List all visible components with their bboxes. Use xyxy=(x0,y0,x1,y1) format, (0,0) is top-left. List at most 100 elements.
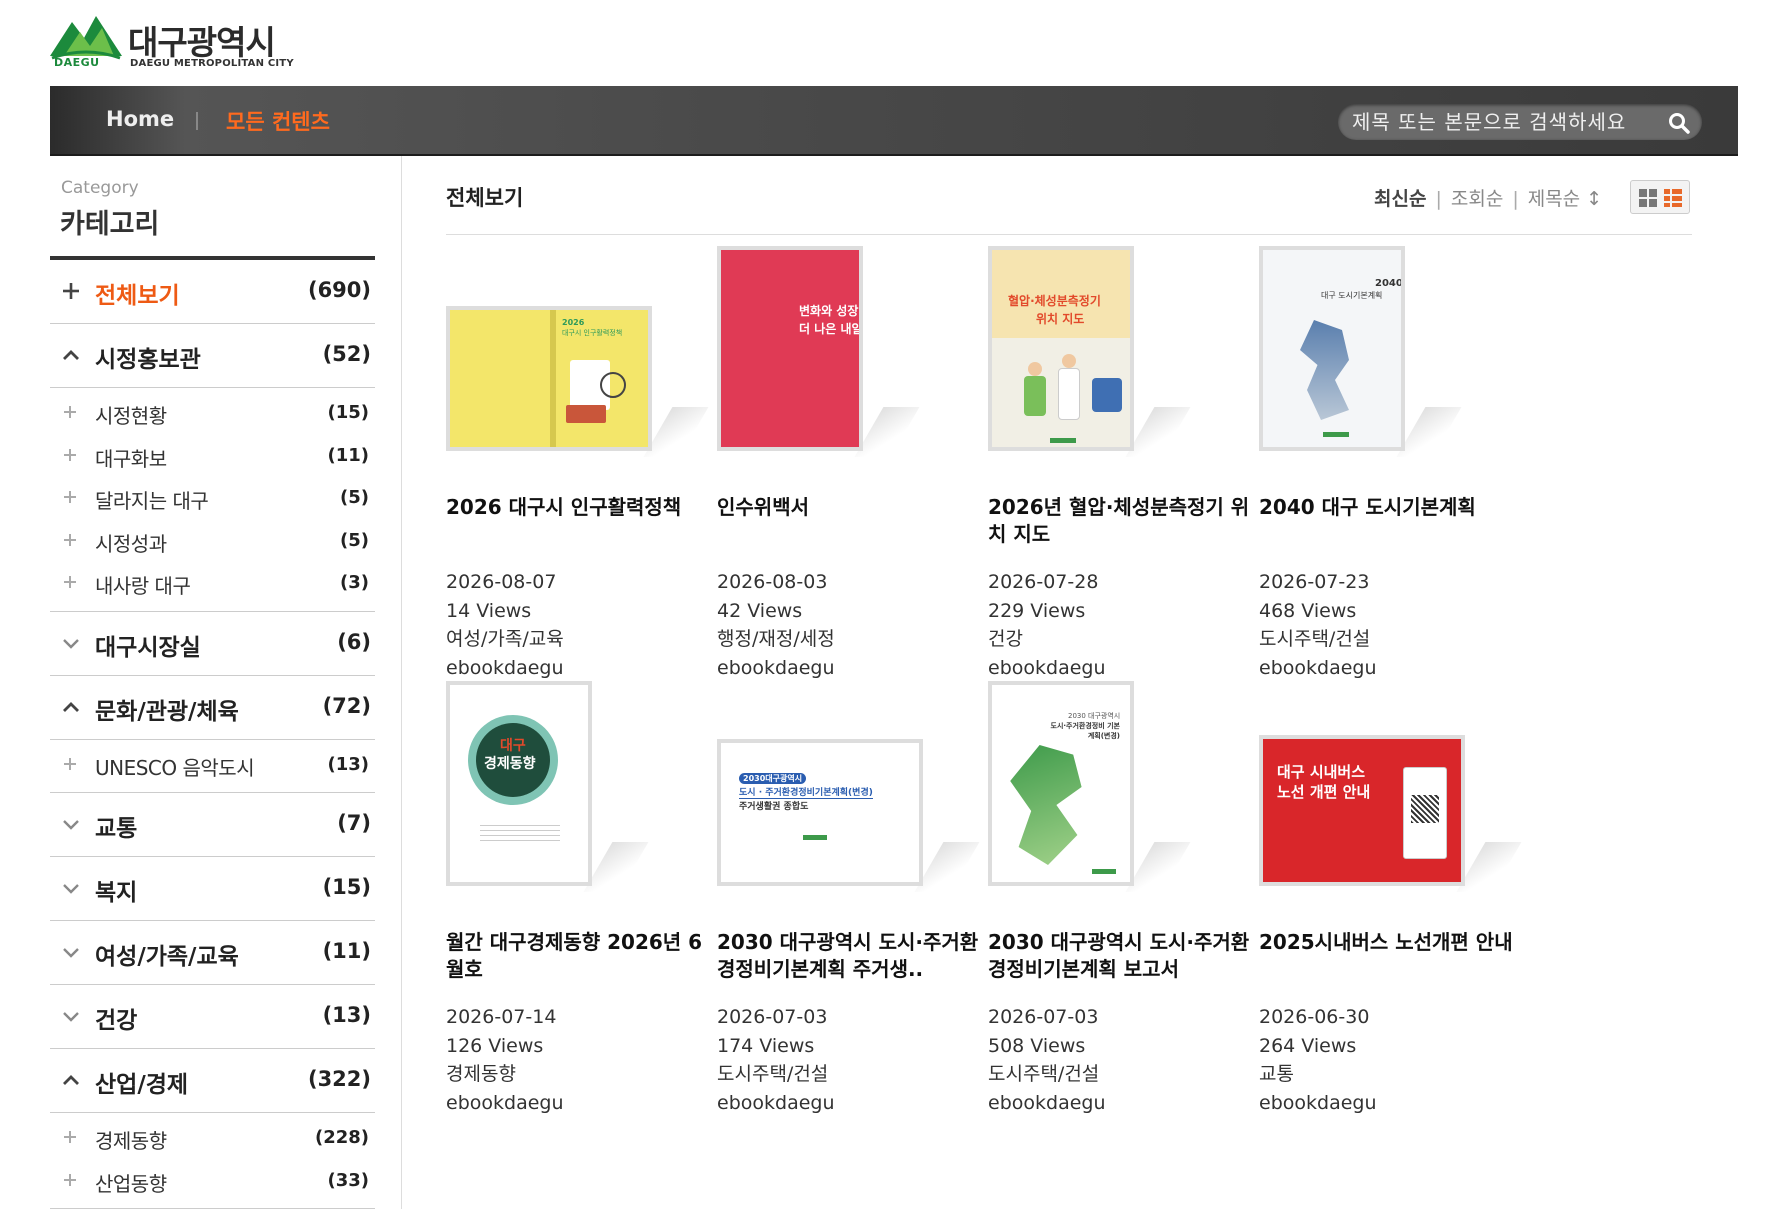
sidebar-subcategory[interactable]: 내사랑 대구 (3) xyxy=(50,562,375,605)
logo-city-name-en: DAEGU METROPOLITAN CITY xyxy=(130,58,294,69)
ebook-category[interactable]: 도시주택/건설 xyxy=(717,1060,835,1089)
subcategory-count: (5) xyxy=(340,529,369,551)
ebook-card[interactable]: 2030 대구광역시 도시·주거환경정비 기본계획(변경) 2030 대구광역시 도… xyxy=(988,681,1258,1141)
ebook-author: ebookdaegu xyxy=(446,1091,564,1114)
plus-icon xyxy=(62,489,78,505)
ebook-title[interactable]: 2040 대구 도시기본계획 xyxy=(1259,494,1529,521)
ebook-cover[interactable]: 2030대구광역시 도시 · 주거환경정비기본계획(변경) 주거생활권 종합도 xyxy=(717,739,923,886)
ebook-title[interactable]: 2026 대구시 인구활력정책 xyxy=(446,494,716,521)
ebook-date: 2026-06-30 xyxy=(1259,1006,1370,1028)
ebook-card[interactable]: 대구 시내버스 노선 개편 안내 2025시내버스 노선개편 안내 2026-06-3… xyxy=(1259,681,1529,1141)
ebook-category[interactable]: 도시주택/건설 xyxy=(988,1060,1106,1089)
ebook-category[interactable]: 도시주택/건설 xyxy=(1259,625,1377,654)
ebook-author: ebookdaegu xyxy=(1259,656,1377,679)
chevron-down-icon[interactable] xyxy=(60,813,82,835)
sidebar-heading: 카테고리 xyxy=(60,209,160,240)
subcategory-label: UNESCO 음악도시 xyxy=(95,755,255,780)
chevron-up-icon[interactable] xyxy=(60,344,82,366)
chevron-down-icon[interactable] xyxy=(60,632,82,654)
cover-text: 2040 xyxy=(1375,278,1403,289)
ebook-cover[interactable]: 대구 경제동향 xyxy=(446,681,592,886)
ebook-card[interactable]: 2030대구광역시 도시 · 주거환경정비기본계획(변경) 주거생활권 종합도 203… xyxy=(717,681,987,1141)
category-count: (322) xyxy=(307,1067,371,1091)
sort-latest[interactable]: 최신순 xyxy=(1374,184,1426,211)
cover-shadow xyxy=(854,407,920,457)
ebook-cover[interactable]: 대구 시내버스 노선 개편 안내 xyxy=(1259,735,1465,886)
subcategory-count: (33) xyxy=(327,1169,369,1191)
ebook-title[interactable]: 2025시내버스 노선개편 안내 xyxy=(1259,929,1529,956)
site-logo[interactable]: DAEGU 대구광역시 DAEGU METROPOLITAN CITY xyxy=(50,12,310,74)
chevron-up-icon[interactable] xyxy=(60,696,82,718)
chevron-up-icon[interactable] xyxy=(60,1069,82,1091)
subcategory-count: (15) xyxy=(327,402,369,423)
view-toggle xyxy=(1630,180,1690,214)
chevron-down-icon[interactable] xyxy=(60,941,82,963)
search-input[interactable] xyxy=(1352,108,1662,136)
ebook-category[interactable]: 건강 xyxy=(988,625,1106,654)
ebook-cover[interactable]: 혈압·체성분측정기 위치 지도 xyxy=(988,246,1134,451)
grid-view-icon[interactable] xyxy=(1638,188,1658,208)
category-count: (13) xyxy=(322,1003,371,1027)
breadcrumb-current[interactable]: 모든 컨텐츠 xyxy=(226,106,330,136)
sort-title[interactable]: 제목순 ↕ xyxy=(1528,184,1602,211)
sidebar-category[interactable]: 건강 (13) xyxy=(50,985,375,1049)
ebook-cover[interactable]: 2026 대구시 인구활력정책 xyxy=(446,306,652,451)
ebook-title[interactable]: 2026년 혈압·체성분측정기 위치 지도 xyxy=(988,494,1258,548)
plus-icon[interactable] xyxy=(60,280,82,302)
sidebar-subcategory[interactable]: 산업동향 (33) xyxy=(50,1160,375,1203)
list-view-icon[interactable] xyxy=(1663,188,1683,208)
sidebar-subcategory[interactable]: 달라지는 대구 (5) xyxy=(50,477,375,520)
sidebar-category[interactable]: 대구시장실 (6) xyxy=(50,612,375,676)
cover-shadow xyxy=(583,842,649,892)
sidebar-subcategory[interactable]: 경제동향 (228) xyxy=(50,1117,375,1160)
sidebar-subcategory[interactable]: UNESCO 음악도시 (13) xyxy=(50,744,375,787)
home-link[interactable]: Home xyxy=(106,107,174,131)
plus-icon xyxy=(62,574,78,590)
sidebar-category[interactable]: 교통 (7) xyxy=(50,793,375,857)
plus-icon xyxy=(62,1172,78,1188)
sidebar-category[interactable]: 여성/가족/교육 (11) xyxy=(50,921,375,985)
sidebar-subcategory[interactable]: 시정성과 (5) xyxy=(50,520,375,563)
sort-views[interactable]: 조회순 xyxy=(1451,184,1503,211)
ebook-title[interactable]: 2030 대구광역시 도시·주거환경정비기본계획 보고서 xyxy=(988,929,1258,983)
ebook-cover-area: 변화와 성장 더 나은 내일 xyxy=(717,246,987,486)
ebook-category[interactable]: 행정/재정/세정 xyxy=(717,625,835,654)
chevron-down-icon[interactable] xyxy=(60,877,82,899)
ebook-title[interactable]: 인수위백서 xyxy=(717,494,987,521)
cover-text: 주거생활권 종합도 xyxy=(739,802,809,812)
sidebar-category[interactable]: 산업/경제 (322) xyxy=(50,1049,375,1113)
ebook-card[interactable]: 혈압·체성분측정기 위치 지도 2026년 혈압·체성분측정기 위치 지도 2026-… xyxy=(988,246,1258,706)
ebook-cover-area: 2030대구광역시 도시 · 주거환경정비기본계획(변경) 주거생활권 종합도 xyxy=(717,681,987,921)
ebook-category[interactable]: 교통 xyxy=(1259,1060,1377,1089)
ebook-card[interactable]: 2026 대구시 인구활력정책 2026 대구시 인구활력정책 2026-08-07 1… xyxy=(446,246,716,706)
subcategory-list: 경제동향 (228) 산업동향 (33) xyxy=(50,1113,375,1209)
sidebar-category[interactable]: 전체보기 (690) xyxy=(50,260,375,324)
ebook-card[interactable]: 대구 경제동향 월간 대구경제동향 2026년 6월호 2026-07-14 126 V… xyxy=(446,681,716,1141)
ebook-title[interactable]: 월간 대구경제동향 2026년 6월호 xyxy=(446,929,716,983)
ebook-cover[interactable]: 2040 대구 도시기본계획 xyxy=(1259,246,1405,451)
ebook-category[interactable]: 여성/가족/교육 xyxy=(446,625,564,654)
ebook-cover[interactable]: 변화와 성장 더 나은 내일 xyxy=(717,246,863,451)
subcategory-label: 달라지는 대구 xyxy=(95,489,209,513)
sidebar-heading-en: Category xyxy=(61,178,139,198)
ebook-cover-area: 대구 시내버스 노선 개편 안내 xyxy=(1259,681,1529,921)
sidebar-category[interactable]: 복지 (15) xyxy=(50,857,375,921)
ebook-title[interactable]: 2030 대구광역시 도시·주거환경정비기본계획 주거생.. xyxy=(717,929,987,983)
chevron-down-icon[interactable] xyxy=(60,1005,82,1027)
search-icon[interactable] xyxy=(1668,112,1690,134)
ebook-meta: 2026-06-30 264 Views 교통 ebookdaegu xyxy=(1259,1003,1377,1117)
ebook-views: 126 Views xyxy=(446,1034,544,1057)
sidebar-subcategory[interactable]: 시정현황 (15) xyxy=(50,392,375,435)
ebook-card[interactable]: 변화와 성장 더 나은 내일인수위백서 2026-08-03 42 Views 행정/재… xyxy=(717,246,987,706)
ebook-meta: 2026-08-03 42 Views 행정/재정/세정 ebookdaegu xyxy=(717,568,835,682)
ebook-cover-area: 2040 대구 도시기본계획 xyxy=(1259,246,1529,486)
category-label: 산업/경제 xyxy=(95,1072,189,1098)
category-count: (72) xyxy=(322,693,371,718)
ebook-card[interactable]: 2040 대구 도시기본계획 2040 대구 도시기본계획 2026-07-23 468… xyxy=(1259,246,1529,706)
ebook-cover[interactable]: 2030 대구광역시 도시·주거환경정비 기본계획(변경) xyxy=(988,681,1134,886)
search-box xyxy=(1338,104,1702,140)
sidebar-category[interactable]: 시정홍보관 (52) xyxy=(50,324,375,388)
ebook-category[interactable]: 경제동향 xyxy=(446,1060,564,1089)
sidebar-subcategory[interactable]: 대구화보 (11) xyxy=(50,435,375,478)
sidebar-category[interactable]: 문화/관광/체육 (72) xyxy=(50,676,375,740)
